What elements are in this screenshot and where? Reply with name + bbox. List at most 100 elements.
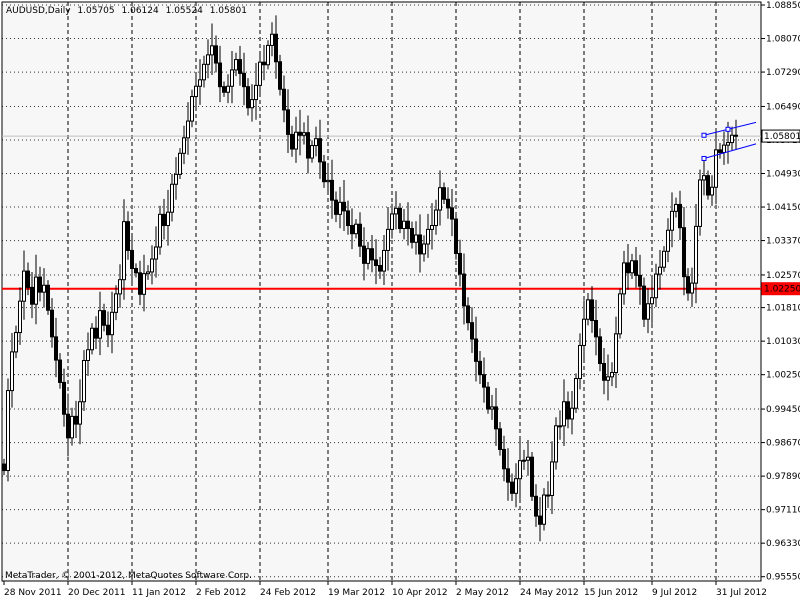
x-tick-label: 2 Feb 2012 — [196, 588, 246, 598]
candle-body-bull — [438, 187, 442, 211]
channel-anchor-handle[interactable] — [701, 155, 707, 161]
candle-body-bear — [106, 324, 110, 336]
channel-anchor-handle[interactable] — [725, 126, 731, 132]
low-value: 1.05524 — [166, 6, 203, 16]
candle-body-bear — [130, 249, 134, 270]
y-tick-label: 0.98670 — [766, 439, 800, 449]
y-tick-label: 0.95550 — [766, 573, 800, 583]
candle-body-bull — [698, 179, 702, 227]
copyright-text: MetaTrader, © 2001-2012, MetaQuotes Soft… — [5, 571, 252, 581]
candle-body-bull — [434, 209, 438, 227]
candle-body-bear — [594, 320, 598, 338]
candle-body-bull — [666, 229, 670, 252]
candle-body-bull — [122, 221, 126, 281]
symbol-info: AUDUSD,Daily 1.05705 1.06124 1.05524 1.0… — [6, 6, 247, 16]
candle-body-bull — [430, 225, 434, 230]
y-tick-label: 1.04930 — [766, 170, 800, 180]
candle-body-bull — [354, 223, 358, 235]
y-tick-label: 0.97890 — [766, 472, 800, 482]
candle-body-bear — [62, 381, 66, 415]
candle-body-bear — [26, 270, 30, 288]
candle-body-bull — [14, 332, 18, 353]
candle-body-bull — [490, 406, 494, 410]
candle-body-bear — [534, 495, 538, 517]
candle-body-bull — [198, 79, 202, 87]
candle-body-bear — [74, 415, 78, 425]
candle-body-bear — [262, 61, 266, 66]
candle-body-bull — [694, 225, 698, 284]
candle-body-bull — [258, 61, 262, 86]
channel-anchor-handle[interactable] — [701, 132, 707, 138]
candle-body-bull — [382, 249, 386, 272]
chart-window[interactable]: 1.088501.080701.072901.064901.057101.049… — [0, 0, 800, 600]
candle-body-bull — [178, 152, 182, 175]
candle-body-bull — [182, 137, 186, 154]
x-tick-label: 31 Jul 2012 — [716, 588, 767, 598]
candle-body-bear — [222, 86, 226, 93]
candle-body-bull — [722, 144, 726, 153]
price-tag-label: 1.02250 — [764, 285, 800, 295]
candle-body-bull — [618, 293, 622, 335]
candle-body-bear — [494, 406, 498, 430]
candle-body-bear — [242, 72, 246, 88]
candle-body-bear — [458, 252, 462, 275]
candle-body-bull — [186, 120, 190, 139]
candle-body-bull — [310, 145, 314, 159]
candle — [574, 373, 578, 413]
candle-body-bear — [214, 45, 218, 64]
candle-body-bear — [406, 220, 410, 230]
candle-body-bear — [66, 413, 70, 439]
candle-body-bull — [554, 425, 558, 463]
price-axis: 1.088501.080701.072901.064901.057101.049… — [761, 1, 800, 583]
candle — [90, 323, 94, 355]
candle-body-bear — [638, 274, 642, 287]
candle-body-bull — [86, 349, 90, 361]
candle-body-bull — [366, 248, 370, 264]
y-tick-label: 0.96330 — [766, 539, 800, 549]
candle-body-bear — [706, 175, 710, 196]
candle-body-bear — [374, 259, 378, 266]
candle-body-bear — [642, 285, 646, 320]
candle-body-bull — [558, 425, 562, 428]
y-tick-label: 0.97110 — [766, 506, 800, 516]
candle-body-bull — [562, 401, 566, 427]
candle-body-bull — [614, 333, 618, 374]
candle-body-bear — [274, 33, 278, 63]
candle-body-bull — [570, 407, 574, 420]
candle-body-bear — [50, 309, 54, 338]
candle-body-bear — [510, 481, 514, 494]
candle-body-bull — [42, 284, 46, 293]
candlestick-chart[interactable]: 1.088501.080701.072901.064901.057101.049… — [0, 0, 800, 600]
candle-body-bull — [98, 310, 102, 339]
candle-body-bull — [210, 45, 214, 56]
candle-body-bull — [526, 456, 530, 461]
candle-body-bear — [474, 338, 478, 362]
candle-body-bull — [22, 270, 26, 302]
candle-body-bear — [470, 322, 474, 340]
close-value: 1.05801 — [210, 6, 247, 16]
open-value: 1.05705 — [77, 6, 114, 16]
candle-body-bear — [290, 133, 294, 150]
candle-body-bull — [302, 132, 306, 136]
candle — [6, 378, 10, 482]
y-tick-label: 1.08850 — [766, 1, 800, 11]
candle — [486, 381, 490, 414]
candle-body-bear — [278, 61, 282, 90]
candle-body-bull — [70, 415, 74, 439]
candle-body-bull — [270, 33, 274, 46]
candle-body-bull — [690, 282, 694, 294]
candle-body-bull — [110, 311, 114, 336]
candle-body-bear — [590, 299, 594, 322]
candle-body-bear — [306, 132, 310, 159]
candle-body-bull — [34, 276, 38, 305]
candle-body-bull — [386, 228, 390, 251]
x-tick-label: 10 Apr 2012 — [392, 588, 448, 598]
candle-body-bear — [486, 386, 490, 410]
candle-body-bull — [390, 213, 394, 230]
time-axis: 28 Nov 2011 20 Dec 2011 11 Jan 2012 2 Feb 2… — [3, 581, 767, 598]
candle-body-bull — [606, 376, 610, 381]
candle-body-bear — [598, 336, 602, 364]
candle-body-bear — [718, 149, 722, 153]
candle-body-bull — [6, 390, 10, 472]
x-tick-label: 19 Mar 2012 — [328, 588, 385, 598]
